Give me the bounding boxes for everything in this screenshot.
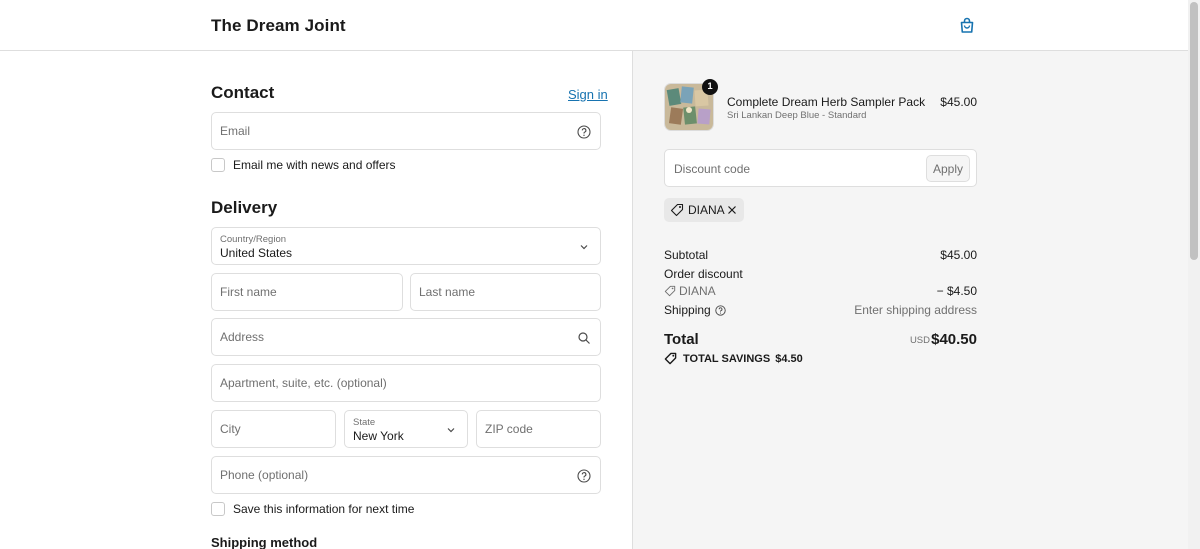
- address-placeholder: Address: [220, 330, 265, 344]
- store-logo[interactable]: The Dream Joint: [211, 16, 346, 36]
- state-value: New York: [353, 429, 404, 443]
- delivery-heading: Delivery: [211, 198, 278, 217]
- question-circle-icon[interactable]: [715, 304, 726, 316]
- question-circle-icon[interactable]: [577, 469, 591, 483]
- state-label: State: [353, 417, 376, 428]
- email-placeholder: Email: [220, 124, 251, 138]
- zip-placeholder: ZIP code: [485, 422, 533, 436]
- city-field[interactable]: City: [211, 410, 336, 448]
- discount-placeholder: Discount code: [674, 162, 751, 176]
- shipping-row: Shipping: [664, 303, 726, 317]
- zip-field[interactable]: ZIP code: [476, 410, 601, 448]
- subtotal-label: Subtotal: [664, 248, 709, 262]
- shipping-method-heading: Shipping method: [211, 535, 318, 549]
- total-savings: TOTAL SAVINGS $4.50: [664, 352, 803, 365]
- apartment-placeholder: Apartment, suite, etc. (optional): [220, 376, 387, 390]
- total-label: Total: [664, 331, 699, 348]
- discount-code-name: DIANA: [679, 284, 716, 298]
- last-name-placeholder: Last name: [419, 285, 476, 299]
- country-label: Country/Region: [220, 234, 287, 245]
- applied-discount-chip: DIANA: [664, 198, 744, 222]
- save-info-checkbox[interactable]: [211, 502, 225, 516]
- product-variant: Sri Lankan Deep Blue - Standard: [727, 110, 867, 121]
- newsletter-checkbox[interactable]: [211, 158, 225, 172]
- savings-label: TOTAL SAVINGS: [683, 352, 771, 365]
- save-info-label: Save this information for next time: [233, 502, 415, 516]
- page-scrollbar[interactable]: [1188, 0, 1200, 549]
- email-field[interactable]: Email: [211, 112, 601, 150]
- phone-field[interactable]: Phone (optional): [211, 456, 601, 494]
- shopping-bag-icon[interactable]: [958, 16, 976, 34]
- quantity-badge: 1: [702, 79, 718, 95]
- phone-placeholder: Phone (optional): [220, 468, 309, 482]
- newsletter-label: Email me with news and offers: [233, 158, 396, 172]
- header: The Dream Joint: [0, 0, 1188, 51]
- tag-icon: [664, 285, 676, 297]
- tag-icon: [664, 352, 677, 365]
- discount-value: − $4.50: [936, 284, 977, 298]
- contact-heading: Contact: [211, 83, 275, 102]
- chevron-down-icon: [580, 245, 588, 250]
- shipping-value: Enter shipping address: [854, 303, 977, 317]
- state-select[interactable]: State New York: [344, 410, 468, 448]
- close-icon[interactable]: [726, 204, 738, 216]
- address-field[interactable]: Address: [211, 318, 601, 356]
- applied-code: DIANA: [688, 203, 725, 217]
- search-icon: [578, 332, 590, 344]
- first-name-field[interactable]: First name: [211, 273, 403, 311]
- country-select[interactable]: Country/Region United States: [211, 227, 601, 265]
- question-circle-icon[interactable]: [577, 125, 591, 139]
- first-name-placeholder: First name: [220, 285, 277, 299]
- country-value: United States: [220, 246, 293, 260]
- discount-code-row: DIANA: [664, 284, 716, 298]
- savings-value: $4.50: [775, 352, 803, 365]
- tag-icon: [670, 203, 684, 217]
- apply-button[interactable]: Apply: [926, 155, 970, 182]
- last-name-field[interactable]: Last name: [410, 273, 601, 311]
- order-summary-panel: [632, 51, 1188, 549]
- discount-code-field[interactable]: Discount code Apply: [664, 149, 977, 187]
- product-name: Complete Dream Herb Sampler Pack: [727, 95, 926, 109]
- scrollbar-thumb[interactable]: [1190, 2, 1198, 260]
- product-price: $45.00: [940, 95, 977, 109]
- city-placeholder: City: [220, 422, 241, 436]
- subtotal-value: $45.00: [940, 248, 977, 262]
- apartment-field[interactable]: Apartment, suite, etc. (optional): [211, 364, 601, 402]
- order-discount-label: Order discount: [664, 267, 743, 281]
- total-value: $40.50: [931, 331, 977, 348]
- shipping-label: Shipping: [664, 303, 711, 317]
- chevron-down-icon: [447, 428, 455, 433]
- sign-in-link[interactable]: Sign in: [568, 87, 608, 102]
